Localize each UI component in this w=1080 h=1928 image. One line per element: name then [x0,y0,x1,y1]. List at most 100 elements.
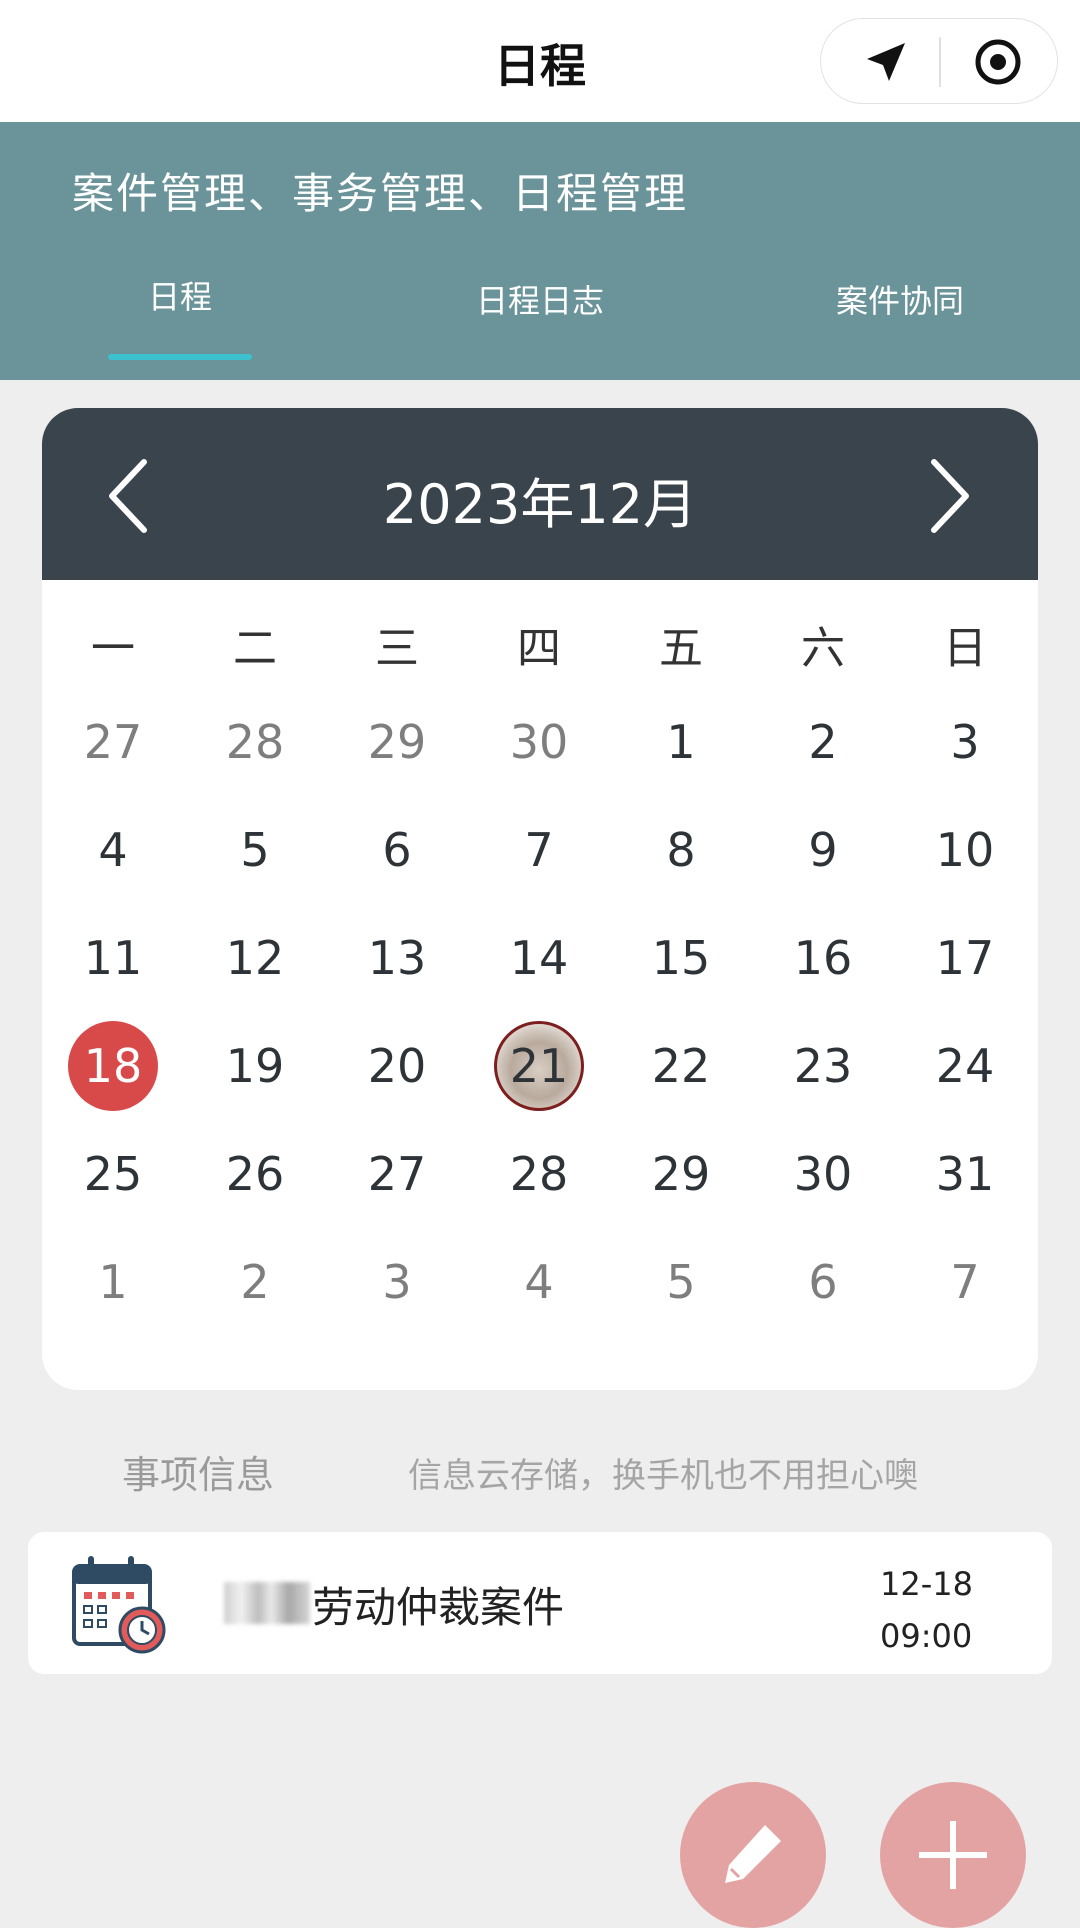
tab-schedule[interactable]: 日程 [108,272,252,318]
calendar-day-number: 3 [382,1255,412,1309]
weekday-label: 二 [233,623,277,674]
calendar-day-number: 27 [83,715,143,769]
calendar-day[interactable]: 15 [610,904,752,1012]
calendar-day[interactable]: 17 [894,904,1036,1012]
location-arrow-icon[interactable] [861,37,911,87]
calendar-day-number: 6 [382,823,412,877]
calendar-day-number: 4 [98,823,128,877]
calendar-day-today[interactable]: 18 [42,1012,184,1120]
calendar-day[interactable]: 29 [610,1120,752,1228]
calendar-day[interactable]: 19 [184,1012,326,1120]
calendar-day-number: 28 [509,1147,569,1201]
calendar-day-number: 9 [808,823,838,877]
weekday-label: 三 [375,623,419,674]
record-icon[interactable] [973,37,1023,87]
calendar-day-number: 5 [666,1255,696,1309]
calendar-day[interactable]: 3 [326,1228,468,1336]
event-info-label: 事项信息 [122,1453,275,1497]
calendar-day[interactable]: 22 [610,1012,752,1120]
calendar-day[interactable]: 4 [42,796,184,904]
calendar-day[interactable]: 1 [42,1228,184,1336]
calendar-day-number: 6 [808,1255,838,1309]
plus-icon [919,1821,987,1889]
calendar-day[interactable]: 27 [326,1120,468,1228]
calendar-day-number: 5 [240,823,270,877]
calendar-day[interactable]: 27 [42,688,184,796]
calendar-day-number: 3 [950,715,980,769]
chevron-right-icon[interactable] [918,456,978,536]
top-navigation-bar: 日程 [0,0,1080,122]
calendar-day-number: 29 [651,1147,711,1201]
calendar-day-number: 4 [524,1255,554,1309]
calendar-day-number: 21 [509,1039,569,1093]
calendar-day-number: 30 [509,715,569,769]
calendar-day[interactable]: 5 [610,1228,752,1336]
calendar-day-number: 2 [240,1255,270,1309]
calendar-day[interactable]: 13 [326,904,468,1012]
calendar-day-number: 26 [225,1147,285,1201]
calendar-day-number: 29 [367,715,427,769]
calendar-month-label: 2023年12月 [382,473,698,536]
calendar-day-number: 19 [225,1039,285,1093]
tab-case-collaboration[interactable]: 案件协同 [800,276,1000,322]
cloud-storage-hint: 信息云存储，换手机也不用担心噢 [408,1456,918,1496]
event-info-row: 事项信息 信息云存储，换手机也不用担心噢 [0,1438,1080,1498]
calendar-day[interactable]: 14 [468,904,610,1012]
calendar-day-number: 27 [367,1147,427,1201]
calendar-day[interactable]: 6 [752,1228,894,1336]
calendar-day[interactable]: 2 [752,688,894,796]
pencil-icon [725,1825,781,1883]
calendar-day[interactable]: 2 [184,1228,326,1336]
calendar-day[interactable]: 28 [184,688,326,796]
capsule-divider [939,37,941,87]
calendar-day[interactable]: 3 [894,688,1036,796]
calendar-day[interactable]: 16 [752,904,894,1012]
calendar-day-number: 15 [651,931,711,985]
calendar-day-number: 23 [793,1039,853,1093]
add-event-button[interactable] [880,1782,1026,1928]
calendar-day-number: 14 [509,931,569,985]
calendar-day[interactable]: 25 [42,1120,184,1228]
weekday-label: 一 [91,623,135,674]
calendar-day[interactable]: 31 [894,1120,1036,1228]
calendar-day[interactable]: 7 [894,1228,1036,1336]
edit-button[interactable] [680,1782,826,1928]
calendar-day[interactable]: 28 [468,1120,610,1228]
calendar-day[interactable]: 20 [326,1012,468,1120]
calendar-clock-icon [72,1556,166,1654]
calendar-day[interactable]: 9 [752,796,894,904]
calendar-day[interactable]: 8 [610,796,752,904]
calendar-day[interactable]: 10 [894,796,1036,904]
calendar-day[interactable]: 23 [752,1012,894,1120]
calendar-day[interactable]: 26 [184,1120,326,1228]
tab-schedule-log[interactable]: 日程日志 [440,276,640,322]
weekday-label: 日 [943,623,987,674]
calendar-day[interactable]: 4 [468,1228,610,1336]
calendar-day[interactable]: 29 [326,688,468,796]
event-datetime: 12-18 09:00 [880,1558,973,1662]
calendar-day[interactable]: 24 [894,1012,1036,1120]
calendar-day[interactable]: 6 [326,796,468,904]
event-card[interactable]: 劳动仲裁案件 12-18 09:00 [28,1532,1052,1674]
calendar-day-number: 30 [793,1147,853,1201]
calendar-day-number: 24 [935,1039,995,1093]
weekday-label: 五 [659,623,703,674]
event-title: 劳动仲裁案件 [312,1583,565,1632]
calendar-day-number: 8 [666,823,696,877]
calendar-day-number: 13 [367,931,427,985]
active-tab-indicator [108,354,252,360]
calendar-day-number: 22 [651,1039,711,1093]
calendar-day-number: 25 [83,1147,143,1201]
calendar-day[interactable]: 11 [42,904,184,1012]
calendar-day[interactable]: 12 [184,904,326,1012]
calendar-day-number: 20 [367,1039,427,1093]
calendar-day-number: 12 [225,931,285,985]
calendar-day[interactable]: 7 [468,796,610,904]
calendar-day[interactable]: 5 [184,796,326,904]
calendar-day-marked[interactable]: 21 [468,1012,610,1120]
calendar-day[interactable]: 30 [468,688,610,796]
event-time: 09:00 [880,1617,973,1655]
calendar-day[interactable]: 30 [752,1120,894,1228]
calendar-day-number: 31 [935,1147,995,1201]
calendar-day[interactable]: 1 [610,688,752,796]
